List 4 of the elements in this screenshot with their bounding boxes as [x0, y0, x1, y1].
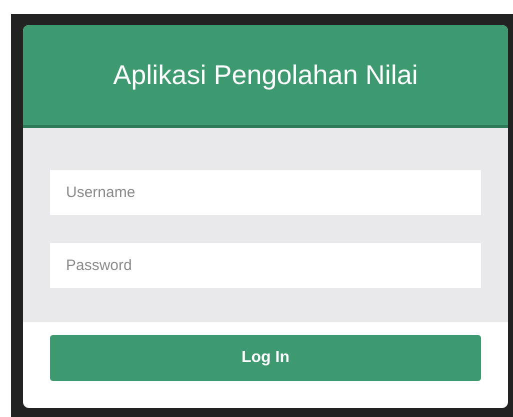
app-title: Aplikasi Pengolahan Nilai: [113, 58, 418, 92]
input-field[interactable]: Username: [50, 170, 481, 215]
input-field[interactable]: Password: [50, 243, 481, 288]
login-button[interactable]: Log In: [50, 335, 481, 381]
